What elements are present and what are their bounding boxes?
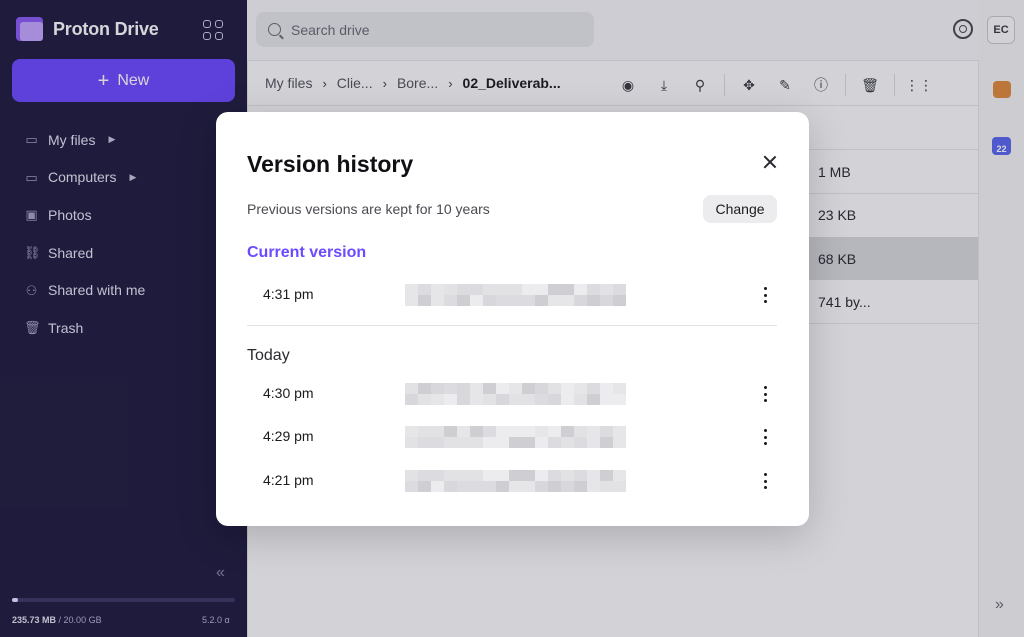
blurred-author bbox=[405, 382, 631, 406]
current-version-heading: Current version bbox=[247, 244, 367, 261]
version-time: 4:21 pm bbox=[263, 472, 314, 488]
retention-text: Previous versions are kept for 10 years bbox=[247, 201, 490, 217]
version-row: 4:31 pm bbox=[263, 283, 780, 307]
modal-title: Version history bbox=[247, 151, 414, 177]
version-time: 4:30 pm bbox=[263, 385, 314, 401]
blurred-author bbox=[405, 283, 631, 307]
today-heading: Today bbox=[247, 347, 290, 364]
version-time: 4:31 pm bbox=[263, 286, 314, 302]
more-options-icon[interactable] bbox=[763, 429, 767, 445]
version-time: 4:29 pm bbox=[263, 428, 314, 444]
change-button[interactable]: Change bbox=[703, 195, 777, 223]
more-options-icon[interactable] bbox=[763, 386, 767, 402]
blurred-author bbox=[405, 425, 631, 449]
version-row: 4:21 pm bbox=[263, 469, 780, 493]
blurred-author bbox=[405, 469, 631, 493]
version-history-modal: Version history Previous versions are ke… bbox=[216, 112, 809, 526]
version-row: 4:30 pm bbox=[263, 382, 780, 406]
more-options-icon[interactable] bbox=[763, 287, 767, 303]
version-row: 4:29 pm bbox=[263, 425, 780, 449]
close-icon[interactable] bbox=[760, 152, 780, 172]
more-options-icon[interactable] bbox=[763, 473, 767, 489]
section-divider bbox=[247, 325, 777, 326]
